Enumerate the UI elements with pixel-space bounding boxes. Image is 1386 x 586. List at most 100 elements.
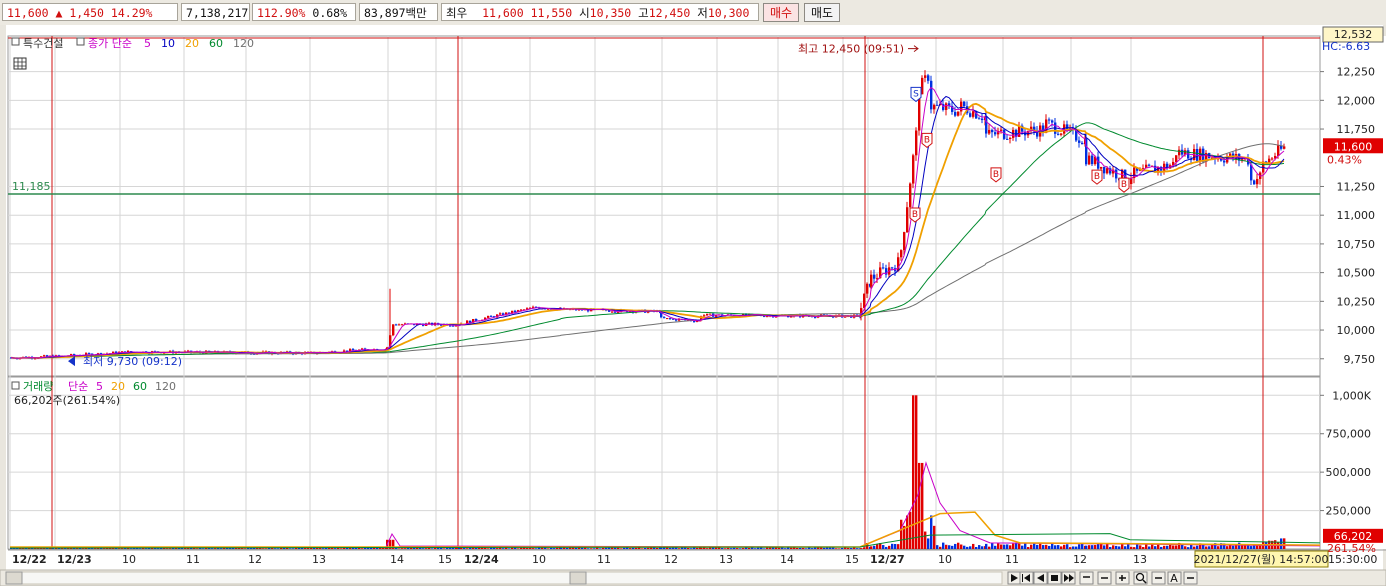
candle-body — [763, 316, 766, 318]
timestamp-label: 2021/12/27(월) 14:57:00 — [1193, 553, 1328, 566]
volume-bar — [1088, 545, 1091, 549]
candle-body — [988, 129, 991, 134]
volume-bar — [1118, 546, 1121, 549]
candle-body — [963, 101, 966, 107]
volume-bar — [894, 544, 897, 549]
candle-body — [1196, 148, 1199, 161]
volume-bar — [1030, 544, 1033, 549]
volume-bar — [463, 548, 466, 549]
volume-bar — [882, 545, 885, 549]
candle-body — [352, 349, 355, 351]
candle-body — [608, 310, 611, 312]
candle-body — [930, 80, 933, 110]
volume-bar — [1063, 544, 1066, 549]
volume-bar — [969, 546, 972, 549]
volume-bar — [763, 548, 766, 549]
price-legend-title: 특수건설 — [23, 37, 63, 50]
volume-legend-ma-period: 5 — [96, 380, 103, 393]
volume-bar — [724, 548, 727, 549]
volume-bar — [1051, 543, 1054, 549]
low-price: 10,300 — [707, 6, 750, 20]
low-marker-label: 최저 9,730 (09:12) — [83, 355, 182, 368]
volume-bar — [700, 547, 703, 549]
volume-bar — [1048, 545, 1051, 549]
volume-value: 7,138,217 — [181, 3, 250, 21]
buy-button[interactable]: 매수 — [763, 3, 799, 22]
volume-bar — [340, 548, 343, 549]
volume-bar — [1250, 546, 1253, 549]
volume-bar — [605, 547, 608, 549]
price-tick-label: 10,000 — [1337, 324, 1376, 337]
volume-bar — [1208, 546, 1211, 549]
time-tick-label: 13 — [1133, 553, 1147, 566]
sell-button[interactable]: 매도 — [804, 3, 840, 22]
volume-bar — [960, 544, 963, 549]
time-tick-label: 12/27 — [870, 553, 905, 566]
candle-body — [903, 232, 906, 251]
stock-chart[interactable]: 12,250 12,000 11,750 11,250 11,000 10,750 10,5… — [0, 25, 1386, 586]
candle-body — [1253, 180, 1256, 185]
scroll-left-button[interactable] — [5, 571, 23, 585]
candle-body — [991, 129, 994, 133]
volume-legend-ma: 단순 — [68, 380, 88, 393]
volume-bar — [954, 543, 957, 549]
volume-bar — [966, 546, 969, 549]
volume-bar — [1006, 544, 1009, 549]
candle-body — [1057, 133, 1060, 135]
price-tick-label: 10,750 — [1337, 238, 1376, 251]
grid-toggle-icon — [13, 57, 27, 70]
nav-button-frame[interactable] — [1079, 571, 1094, 585]
volume-bar — [466, 548, 469, 549]
volume-bar — [678, 548, 681, 549]
volume-bar — [1045, 544, 1048, 549]
volume-bar — [733, 547, 736, 549]
volume-bar — [647, 547, 650, 549]
hc-label: HC:-6.63 — [1322, 40, 1370, 53]
volume-bar — [1226, 546, 1229, 549]
high-price: 12,450 — [648, 6, 691, 20]
candle-body — [981, 118, 984, 121]
zoom-bar-icon[interactable] — [1079, 571, 1094, 585]
volume-bar — [556, 547, 559, 549]
volume-bar — [431, 548, 434, 549]
volume-bar — [1193, 546, 1196, 549]
volume-bar — [1283, 538, 1286, 549]
volume-bar — [856, 548, 859, 549]
time-tick-label: 15 — [438, 553, 452, 566]
candle-body — [870, 274, 873, 287]
candle-body — [1256, 178, 1259, 185]
candle-body — [395, 324, 398, 326]
volume-bar — [1036, 544, 1039, 549]
candle-body — [1277, 145, 1280, 156]
candle-body — [43, 355, 46, 357]
scroll-thumb[interactable] — [569, 571, 587, 585]
volume-legend-ma-period: 20 — [111, 380, 125, 393]
volume-bar — [587, 548, 590, 549]
candle-body — [669, 318, 672, 320]
candle-body — [1163, 163, 1166, 171]
volume-bar — [873, 545, 876, 549]
current-price: 11,600 — [7, 6, 49, 20]
best-label: 최우 — [446, 6, 468, 20]
volume-bar — [656, 547, 659, 549]
volume-bar — [401, 548, 404, 549]
volume-bar — [322, 548, 325, 549]
candle-body — [863, 293, 866, 309]
scroll-track[interactable] — [5, 571, 1003, 585]
volume-bar — [1112, 545, 1115, 549]
volume-bar — [1109, 546, 1112, 549]
volume-bar — [918, 462, 921, 549]
candle-body — [1178, 149, 1181, 156]
volume-bar — [553, 548, 556, 549]
volume-bar — [617, 547, 620, 549]
candle-body — [927, 75, 930, 81]
current-pct-label: 0.43% — [1327, 153, 1362, 166]
volume-bar — [945, 544, 948, 549]
volume-bar — [1130, 546, 1133, 549]
volume-bar — [690, 548, 693, 549]
candle-body — [915, 130, 918, 156]
volume-bar — [139, 548, 142, 549]
price-legend-ma: 종가 단순 — [88, 37, 132, 50]
volume-bar — [1097, 543, 1100, 549]
price-tick-label: 11,750 — [1337, 123, 1376, 136]
